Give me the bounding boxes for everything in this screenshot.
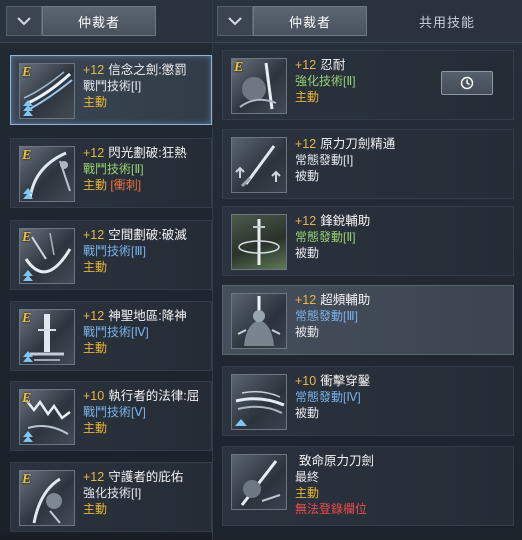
lethal-force-blade-icon bbox=[240, 460, 281, 506]
skill-title: +12 閃光劃破:狂熱 bbox=[83, 146, 187, 160]
skill-category: 強化技術[Ⅰ] bbox=[83, 486, 142, 500]
skill-type-line: 主動 [衝刺] bbox=[83, 178, 142, 192]
skill-title: +12 神聖地區:降神 bbox=[83, 309, 187, 323]
skill-category: 常態發動[Ⅳ] bbox=[295, 390, 361, 404]
skill-card[interactable]: E +12 閃光劃破:狂熱 戰鬥技術[Ⅱ] 主動 [衝刺] bbox=[10, 138, 212, 208]
upgrade-arrows-icon bbox=[23, 100, 35, 116]
skill-type: 主動 bbox=[83, 95, 108, 109]
tab-label: 仲裁者 bbox=[77, 14, 120, 30]
skill-category: 強化技術[Ⅱ] bbox=[295, 74, 356, 88]
skill-category: 常態發動[Ⅰ] bbox=[295, 153, 354, 167]
chevron-down-icon bbox=[228, 17, 242, 26]
skill-title: +12 忍耐 bbox=[295, 58, 346, 72]
skill-category: 戰鬥技術[Ⅰ] bbox=[83, 79, 142, 93]
skill-title: +12 原力刀劍精通 bbox=[295, 137, 396, 151]
skill-icon: E bbox=[231, 58, 287, 114]
equip-e-icon: E bbox=[22, 472, 32, 487]
skill-icon bbox=[231, 293, 287, 349]
upgrade-arrows-icon bbox=[23, 270, 35, 281]
skill-category: 最終 bbox=[295, 470, 320, 484]
skill-icon bbox=[231, 214, 287, 270]
upgrade-arrow-icon bbox=[235, 419, 247, 426]
skill-icon: E bbox=[19, 228, 75, 284]
skill-title: +12 守護者的庇佑 bbox=[83, 470, 184, 484]
skill-card[interactable]: E +12 守護者的庇佑 強化技術[Ⅰ] 主動 bbox=[10, 462, 212, 532]
skill-warning: 無法登錄欄位 bbox=[295, 502, 368, 516]
left-tab-bar: 仲裁者 bbox=[0, 0, 212, 43]
force-blade-mastery-icon bbox=[235, 145, 281, 188]
skill-tag: [衝刺] bbox=[110, 178, 142, 192]
skill-type: 被動 bbox=[295, 169, 320, 183]
skill-card[interactable]: E +12 神聖地區:降神 戰鬥技術[Ⅳ] 主動 bbox=[10, 301, 212, 371]
skill-type: 被動 bbox=[295, 246, 320, 260]
skill-category: 常態發動[Ⅲ] bbox=[295, 309, 358, 323]
upgrade-arrows-icon bbox=[23, 351, 35, 362]
sharp-assist-icon bbox=[238, 219, 280, 265]
skill-icon: E bbox=[19, 389, 75, 445]
skill-icon bbox=[231, 454, 287, 510]
equip-e-icon: E bbox=[22, 311, 32, 326]
skill-card[interactable]: 致命原力刀劍 最終 主動 無法登錄欄位 bbox=[222, 446, 514, 526]
tab-label: 共用技能 bbox=[418, 14, 475, 30]
tab-label: 仲裁者 bbox=[288, 14, 331, 30]
equip-e-icon: E bbox=[22, 230, 32, 245]
collapse-button[interactable] bbox=[217, 6, 253, 36]
skill-title: 致命原力刀劍 bbox=[299, 454, 375, 468]
skill-card[interactable]: E +12 空間劃破:破滅 戰鬥技術[Ⅲ] 主動 bbox=[10, 220, 212, 290]
skill-title: +12 超頻輔助 bbox=[295, 293, 371, 307]
skill-type: 主動 bbox=[83, 260, 108, 274]
skill-card[interactable]: +12 超頻輔助 常態發動[Ⅲ] 被動 bbox=[222, 285, 514, 355]
right-skill-panel: 仲裁者 共用技能 E +12 忍耐 強化技術[Ⅱ] 主動 +12 原力刀劍精通 … bbox=[212, 0, 522, 540]
skill-type: 被動 bbox=[295, 325, 320, 339]
equip-e-icon: E bbox=[22, 65, 32, 80]
skill-category: 常態發動[Ⅱ] bbox=[295, 230, 356, 244]
skill-icon: E bbox=[19, 146, 75, 202]
chevron-down-icon bbox=[17, 17, 31, 26]
equip-e-icon: E bbox=[22, 148, 32, 163]
skill-type: 主動 bbox=[83, 341, 108, 355]
left-skill-panel: 仲裁者 E +12 信念之劍:懲罰 戰鬥技術[Ⅰ] 主動 E +12 閃光劃破:… bbox=[0, 0, 212, 540]
skill-category: 戰鬥技術[Ⅳ] bbox=[83, 325, 149, 339]
upgrade-arrows-icon bbox=[23, 188, 35, 199]
skill-title: +12 空間劃破:破滅 bbox=[83, 228, 187, 242]
skill-card[interactable]: E +10 執行者的法律:屈 戰鬥技術[Ⅴ] 主動 bbox=[10, 381, 212, 451]
skill-type: 主動 bbox=[83, 502, 108, 516]
skill-title: +10 執行者的法律:屈 bbox=[83, 389, 200, 403]
collapse-button[interactable] bbox=[6, 6, 42, 36]
skill-icon bbox=[231, 137, 287, 193]
skill-card[interactable]: +12 原力刀劍精通 常態發動[Ⅰ] 被動 bbox=[222, 129, 514, 199]
skill-card[interactable]: +12 鋒銳輔助 常態發動[Ⅱ] 被動 bbox=[222, 206, 514, 276]
skill-type: 主動 bbox=[295, 90, 320, 104]
overclock-assist-icon bbox=[237, 296, 281, 346]
skill-type: 被動 bbox=[295, 406, 320, 420]
timer-icon bbox=[460, 76, 474, 90]
tab-arbiter[interactable]: 仲裁者 bbox=[42, 6, 156, 36]
skill-card[interactable]: E +12 忍耐 強化技術[Ⅱ] 主動 bbox=[222, 50, 514, 120]
skill-type: 主動 bbox=[295, 486, 320, 500]
right-tab-bar: 仲裁者 共用技能 bbox=[213, 0, 522, 43]
tab-arbiter[interactable]: 仲裁者 bbox=[253, 6, 367, 36]
skill-category: 戰鬥技術[Ⅲ] bbox=[83, 244, 146, 258]
skill-icon: E bbox=[19, 470, 75, 526]
skill-title: +12 信念之劍:懲罰 bbox=[83, 63, 187, 77]
cooldown-button[interactable] bbox=[441, 71, 493, 95]
equip-e-icon: E bbox=[234, 60, 244, 75]
skill-title: +12 鋒銳輔助 bbox=[295, 214, 371, 228]
upgrade-arrows-icon bbox=[23, 431, 35, 442]
skill-type: 主動 bbox=[83, 421, 108, 435]
skill-category: 戰鬥技術[Ⅱ] bbox=[83, 162, 144, 176]
skill-category: 戰鬥技術[Ⅴ] bbox=[83, 405, 146, 419]
skill-icon bbox=[231, 374, 287, 430]
skill-icon: E bbox=[19, 309, 75, 365]
skill-card[interactable]: E +12 信念之劍:懲罰 戰鬥技術[Ⅰ] 主動 bbox=[10, 55, 212, 125]
skill-card[interactable]: +10 衝擊穿鑿 常態發動[Ⅳ] 被動 bbox=[222, 366, 514, 436]
skill-title: +10 衝擊穿鑿 bbox=[295, 374, 371, 388]
equip-e-icon: E bbox=[22, 391, 32, 406]
tab-common-skills[interactable]: 共用技能 bbox=[377, 6, 517, 36]
skill-icon: E bbox=[19, 63, 75, 119]
